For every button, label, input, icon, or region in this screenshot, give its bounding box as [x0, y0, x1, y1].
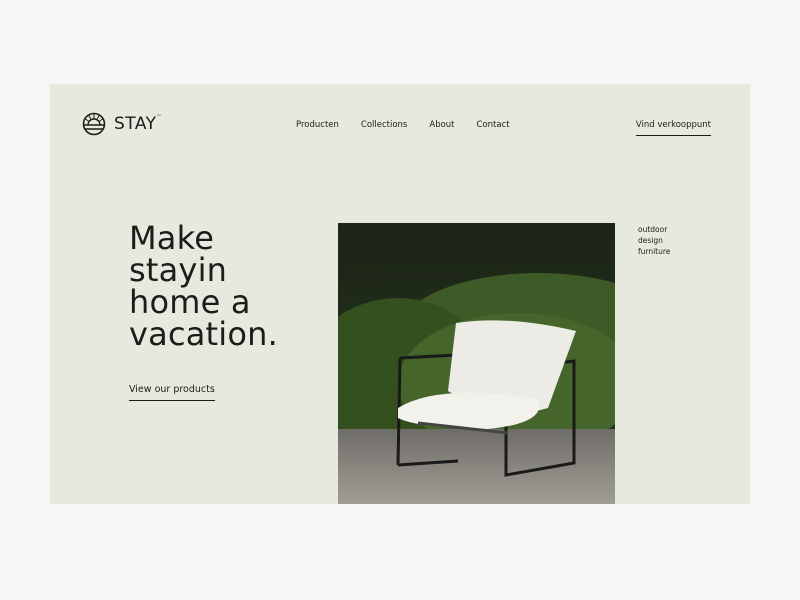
nav-contact[interactable]: Contact — [477, 120, 510, 130]
hero-heading: Make stayin home a vacation. — [129, 219, 279, 353]
nav-about[interactable]: About — [429, 120, 454, 130]
logo[interactable]: STAY™ — [82, 112, 162, 136]
nav-collections[interactable]: Collections — [361, 120, 407, 130]
page-card: STAY™ Producten Collections About Contac… — [50, 84, 750, 504]
tagline: outdoor design furniture — [638, 225, 671, 256]
nav-producten[interactable]: Producten — [296, 120, 339, 130]
find-store-link[interactable]: Vind verkooppunt — [635, 120, 711, 136]
sun-logo-icon — [82, 112, 106, 136]
brand-name: STAY™ — [114, 114, 163, 134]
hero-chair-photo — [338, 223, 615, 504]
main-nav: Producten Collections About Contact — [296, 120, 510, 130]
view-products-link[interactable]: View our products — [129, 384, 215, 401]
